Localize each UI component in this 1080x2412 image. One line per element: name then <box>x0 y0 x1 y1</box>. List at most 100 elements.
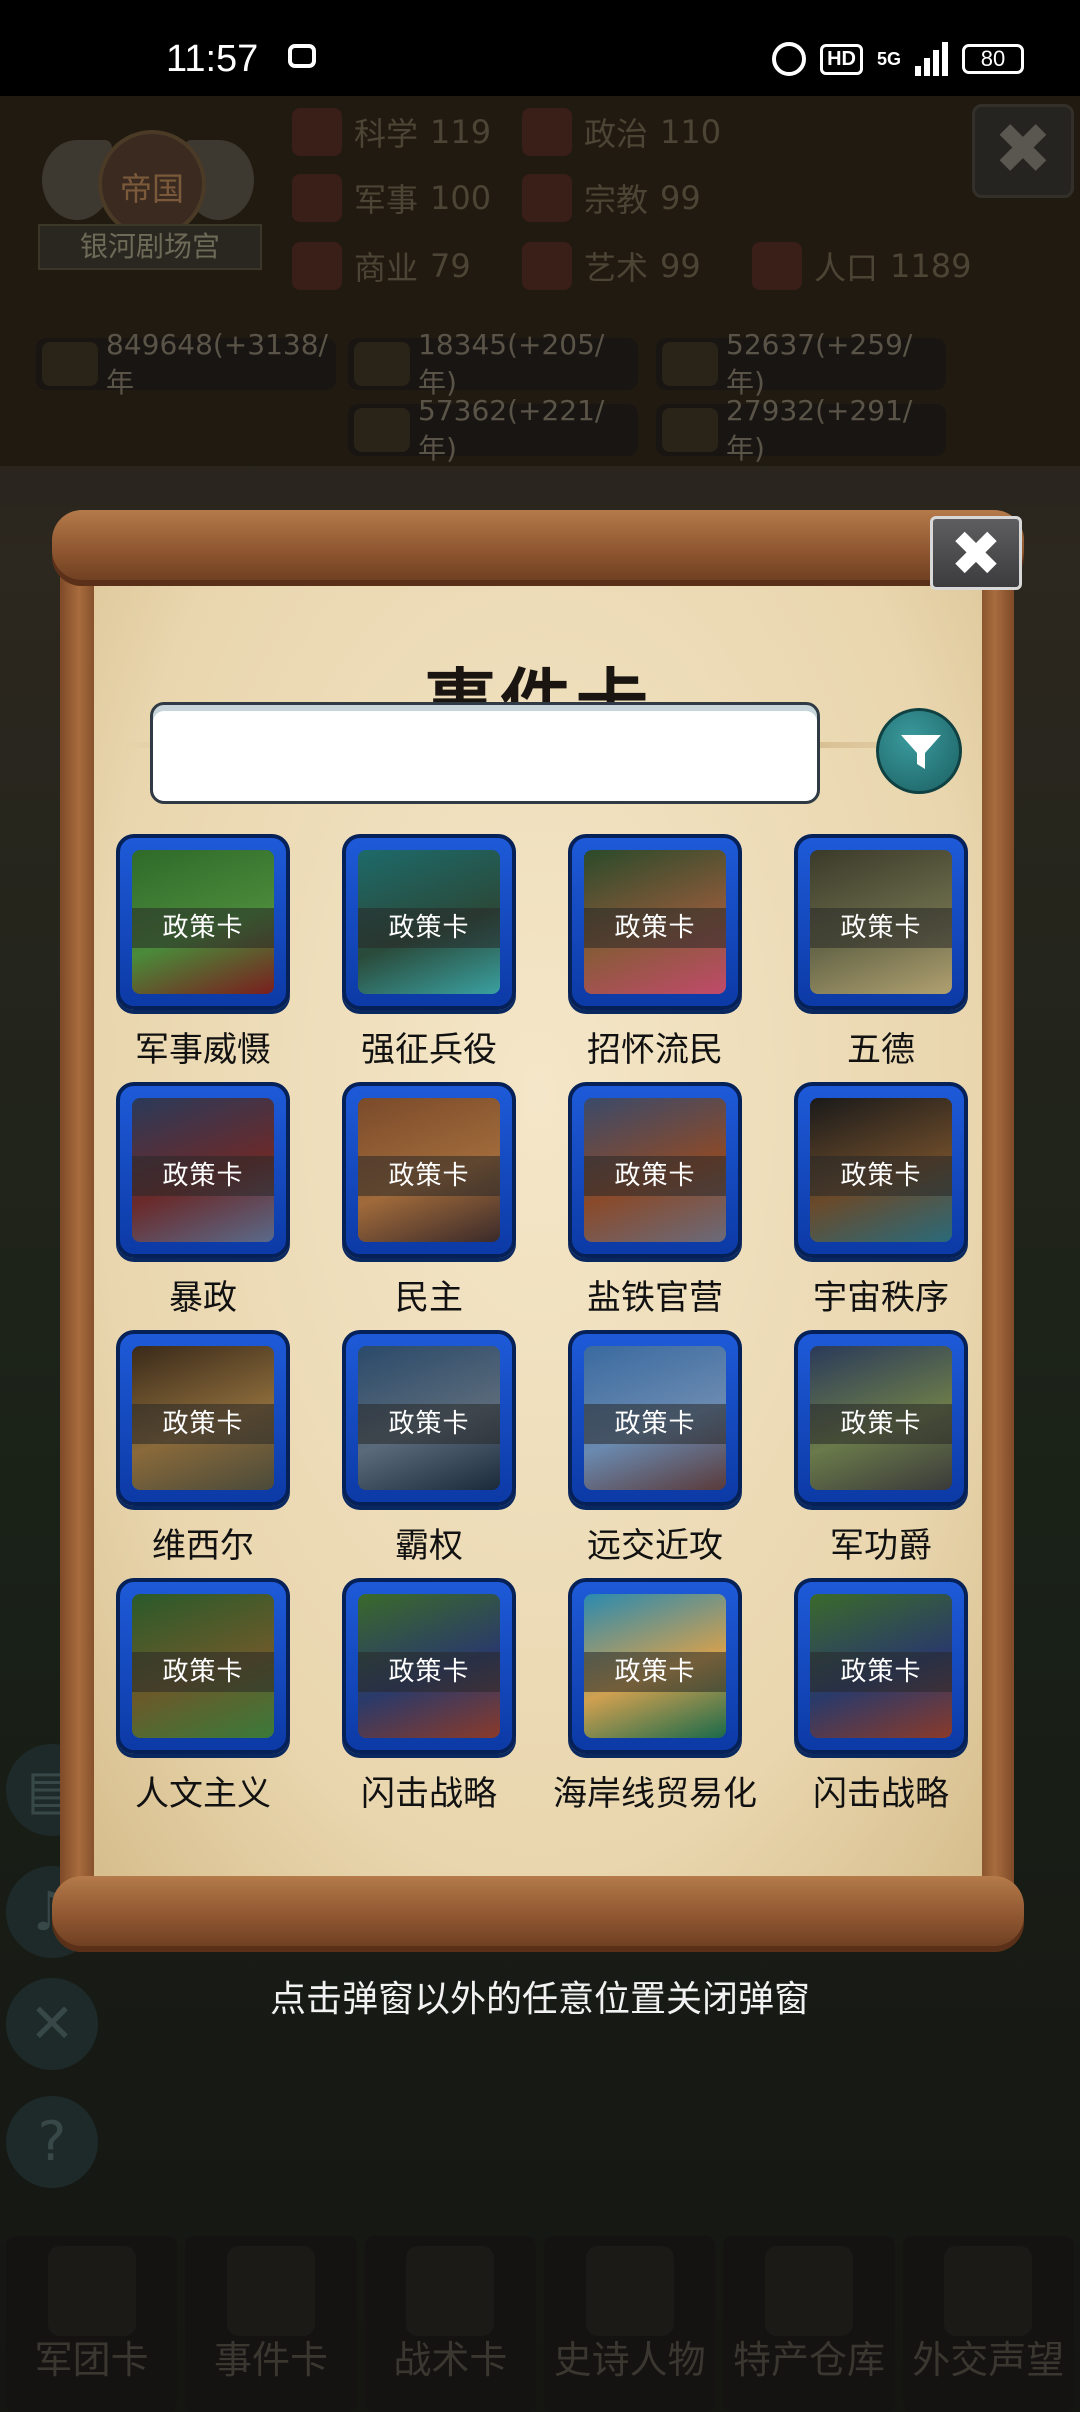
scroll-rod-bottom <box>52 1876 1024 1952</box>
card-label: 民主 <box>395 1278 463 1318</box>
nav-diplomacy[interactable]: 外交声望 <box>902 2236 1074 2412</box>
crest-icon: 帝国 <box>98 130 206 238</box>
card-label: 霸权 <box>395 1526 463 1566</box>
policy-card[interactable]: 政策卡 宇宙秩序 <box>794 1082 968 1318</box>
card-frame: 政策卡 <box>568 834 742 1010</box>
card-type-tag: 政策卡 <box>358 1652 500 1692</box>
card-artwork: 政策卡 <box>810 1594 952 1738</box>
scroll-edge-left <box>60 550 98 1900</box>
card-type-tag: 政策卡 <box>584 1404 726 1444</box>
card-type-tag: 政策卡 <box>132 908 274 948</box>
card-frame: 政策卡 <box>342 1330 516 1506</box>
card-artwork: 政策卡 <box>584 1346 726 1490</box>
card-artwork: 政策卡 <box>358 1098 500 1242</box>
card-artwork: 政策卡 <box>584 850 726 994</box>
stat-military: 军事 100 <box>292 174 491 222</box>
politics-icon <box>522 108 572 156</box>
envelope-icon <box>944 2246 1033 2336</box>
policy-card[interactable]: 政策卡 招怀流民 <box>568 834 742 1070</box>
religion-icon <box>522 174 572 222</box>
stat-value: 99 <box>660 179 701 217</box>
policy-card[interactable]: 政策卡 维西尔 <box>116 1330 290 1566</box>
card-frame: 政策卡 <box>342 1578 516 1754</box>
scroll-rod-top <box>52 510 1024 586</box>
modal-close-button[interactable]: ✖ <box>930 516 1022 590</box>
tv-icon <box>288 44 316 68</box>
resource-value: 27932(+291/年) <box>726 393 913 465</box>
military-icon <box>292 174 342 222</box>
card-frame: 政策卡 <box>794 1578 968 1754</box>
policy-card[interactable]: 政策卡 暴政 <box>116 1082 290 1318</box>
help-icon[interactable]: ? <box>6 2096 98 2188</box>
signal-icon <box>915 42 948 76</box>
card-frame: 政策卡 <box>568 1082 742 1258</box>
policy-card[interactable]: 政策卡 盐铁官营 <box>568 1082 742 1318</box>
hd-badge: HD <box>820 43 863 75</box>
card-type-tag: 政策卡 <box>584 1156 726 1196</box>
iron-icon <box>662 342 718 386</box>
policy-card[interactable]: 政策卡 五德 <box>794 834 968 1070</box>
stat-science: 科学 119 <box>292 108 491 156</box>
gold-icon <box>42 342 98 386</box>
resource-value: 18345(+205/年) <box>418 327 605 399</box>
policy-card[interactable]: 政策卡 民主 <box>342 1082 516 1318</box>
policy-card[interactable]: 政策卡 军功爵 <box>794 1330 968 1566</box>
status-bar: 11:57 HD 5G 80 <box>0 0 1080 96</box>
nav-label: 外交声望 <box>912 2338 1065 2382</box>
policy-card[interactable]: 政策卡 海岸线贸易化 <box>553 1578 757 1814</box>
empire-name: 银河剧场宫 <box>38 224 262 270</box>
card-artwork: 政策卡 <box>358 850 500 994</box>
stat-value: 100 <box>430 179 492 217</box>
scroll-icon <box>226 2246 315 2336</box>
filter-button[interactable] <box>876 708 962 794</box>
card-artwork: 政策卡 <box>584 1594 726 1738</box>
resource-value: 849648(+3138/年 <box>106 327 328 399</box>
card-frame: 政策卡 <box>794 834 968 1010</box>
policy-card[interactable]: 政策卡 闪击战略 <box>342 1578 516 1814</box>
card-frame: 政策卡 <box>116 1578 290 1754</box>
card-type-tag: 政策卡 <box>358 1156 500 1196</box>
stat-value: 119 <box>430 113 492 151</box>
card-frame: 政策卡 <box>116 1330 290 1506</box>
policy-card[interactable]: 政策卡 军事威慑 <box>116 834 290 1070</box>
policy-card[interactable]: 政策卡 闪击战略 <box>794 1578 968 1814</box>
resource-iron: 52637(+259/年) <box>656 328 946 399</box>
network-label: 5G <box>876 48 901 69</box>
policy-card[interactable]: 政策卡 霸权 <box>342 1330 516 1566</box>
nav-label: 事件卡 <box>213 2338 328 2382</box>
close-hint: 点击弹窗以外的任意位置关闭弹窗 <box>269 1979 810 2020</box>
card-type-tag: 政策卡 <box>132 1156 274 1196</box>
stat-population: 人口 1189 <box>752 242 971 290</box>
card-label: 五德 <box>847 1030 915 1070</box>
stat-religion: 宗教 99 <box>522 174 701 222</box>
nav-epic-figures[interactable]: 史诗人物 <box>543 2236 716 2412</box>
nav-specialty-warehouse[interactable]: 特产仓库 <box>723 2236 895 2412</box>
stat-value: 99 <box>660 247 701 285</box>
card-type-tag: 政策卡 <box>810 1404 952 1444</box>
card-frame: 政策卡 <box>568 1578 742 1754</box>
card-type-tag: 政策卡 <box>358 908 500 948</box>
policy-card[interactable]: 政策卡 人文主义 <box>116 1578 290 1814</box>
card-frame: 政策卡 <box>794 1082 968 1258</box>
nav-tactic-cards[interactable]: 战术卡 <box>364 2236 536 2412</box>
filter-icon <box>901 735 941 769</box>
science-icon <box>292 108 342 156</box>
nav-legion-cards[interactable]: 军团卡 <box>6 2236 178 2412</box>
stat-label: 人口 <box>814 249 879 287</box>
card-label: 维西尔 <box>152 1526 254 1566</box>
battery-icon: 80 <box>962 44 1024 74</box>
card-frame: 政策卡 <box>342 1082 516 1258</box>
card-type-tag: 政策卡 <box>132 1404 274 1444</box>
card-label: 军功爵 <box>830 1526 932 1566</box>
card-frame: 政策卡 <box>116 1082 290 1258</box>
card-label: 强征兵役 <box>361 1030 497 1070</box>
art-icon <box>522 242 572 290</box>
close-header-button[interactable]: ✖ <box>972 104 1074 198</box>
search-input[interactable] <box>150 702 820 804</box>
policy-card[interactable]: 政策卡 远交近攻 <box>568 1330 742 1566</box>
card-frame: 政策卡 <box>794 1330 968 1506</box>
policy-card[interactable]: 政策卡 强征兵役 <box>342 834 516 1070</box>
card-label: 军事威慑 <box>135 1030 271 1070</box>
stat-label: 科学 <box>354 115 419 153</box>
nav-event-cards[interactable]: 事件卡 <box>185 2236 357 2412</box>
